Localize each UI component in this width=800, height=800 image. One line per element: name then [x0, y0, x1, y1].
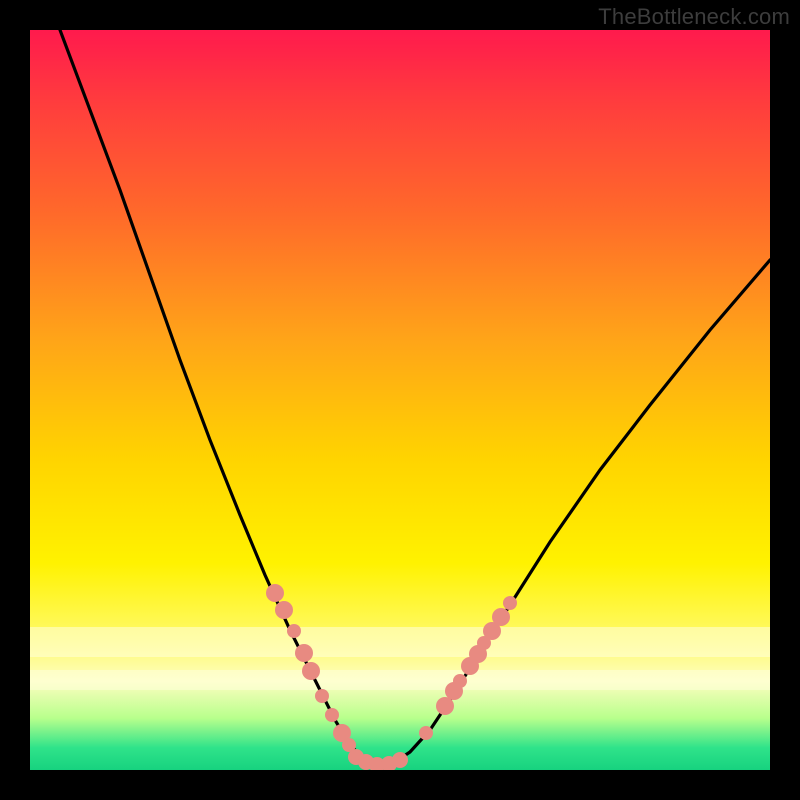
bead-left [302, 662, 320, 680]
bead-left [287, 624, 301, 638]
beads-group [266, 584, 517, 770]
bead-right [419, 726, 433, 740]
bead-left [266, 584, 284, 602]
bead-right [436, 697, 454, 715]
chart-frame: TheBottleneck.com [0, 0, 800, 800]
bead-right [503, 596, 517, 610]
bead-bottom [392, 752, 408, 768]
bead-left [275, 601, 293, 619]
bead-left [325, 708, 339, 722]
bead-right [453, 674, 467, 688]
plot-area [30, 30, 770, 770]
attribution-text: TheBottleneck.com [598, 4, 790, 30]
bead-left [315, 689, 329, 703]
bottleneck-curve [30, 30, 770, 770]
bead-left [295, 644, 313, 662]
curve-path [60, 30, 770, 765]
bead-right [492, 608, 510, 626]
